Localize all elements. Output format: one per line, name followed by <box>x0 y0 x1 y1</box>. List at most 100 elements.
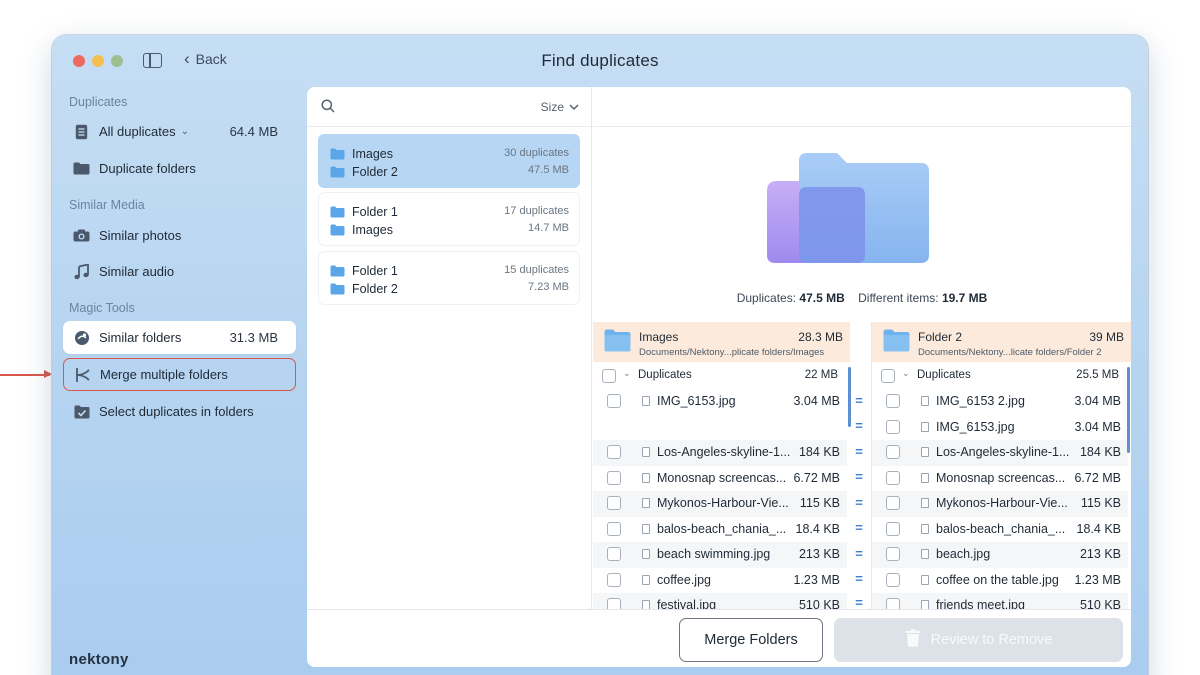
image-file-icon <box>642 447 650 457</box>
pair-size: 7.23 MB <box>528 281 569 293</box>
match-equals-icon: = <box>855 495 863 510</box>
right-file-row[interactable]: IMG_6153.jpg 3.04 MB <box>872 415 1128 441</box>
folder-pair-item[interactable]: Images Folder 2 30 duplicates 47.5 MB <box>318 134 580 188</box>
right-folder-header: Folder 2 Documents/Nektony...licate fold… <box>872 322 1131 362</box>
right-file-row[interactable]: friends meet.jpg 510 KB <box>872 593 1128 609</box>
checkbox[interactable] <box>607 496 621 510</box>
checkbox[interactable] <box>886 572 900 587</box>
folder-pair-item[interactable]: Folder 1 Images 17 duplicates 14.7 MB <box>318 192 580 246</box>
sidebar-item-similar-folders[interactable]: Similar folders 31.3 MB <box>63 321 296 354</box>
right-file-row[interactable]: beach.jpg 213 KB <box>872 542 1128 568</box>
left-scrollbar[interactable] <box>848 367 851 427</box>
chevron-down-icon[interactable]: ⌄ <box>623 368 631 379</box>
right-file-row[interactable]: Los-Angeles-skyline-1... 184 KB <box>872 440 1128 466</box>
detail-toolbar <box>593 87 1131 127</box>
file-name: Monosnap screencas... <box>936 470 1066 485</box>
image-file-icon <box>642 498 650 508</box>
sidebar-item-similar-photos[interactable]: Similar photos <box>63 219 296 252</box>
right-file-row[interactable]: balos-beach_chania_... 18.4 KB <box>872 517 1128 543</box>
sidebar-item-size: 31.3 MB <box>229 330 278 345</box>
file-name: Mykonos-Harbour-Vie... <box>936 496 1068 510</box>
right-scrollbar[interactable] <box>1127 367 1130 453</box>
annotation-arrow-sidebar <box>0 371 52 377</box>
folder-pair-item[interactable]: Folder 1 Folder 2 15 duplicates 7.23 MB <box>318 251 580 305</box>
checkbox[interactable] <box>886 521 900 536</box>
image-file-icon <box>921 498 929 508</box>
chevron-down-icon: ⌄ <box>180 126 189 137</box>
checkbox[interactable] <box>886 445 900 459</box>
pair-size: 14.7 MB <box>528 222 569 234</box>
left-folder-name: Images <box>639 330 679 344</box>
checkbox[interactable] <box>602 369 616 383</box>
group-label: Duplicates <box>917 369 971 381</box>
pair-folder-name: Images <box>352 147 393 161</box>
file-name: balos-beach_chania_... <box>936 521 1066 536</box>
sidebar-section-similar-media: Similar Media <box>69 198 145 212</box>
chevron-down-icon[interactable]: ⌄ <box>902 368 910 379</box>
compare-icon <box>72 328 91 347</box>
merge-folders-button[interactable]: Merge Folders <box>679 618 823 662</box>
pair-folder-b: Folder 2 <box>330 282 398 296</box>
sidebar-item-duplicate-folders[interactable]: Duplicate folders <box>63 152 296 185</box>
match-equals-icon: = <box>855 546 863 561</box>
checkbox[interactable] <box>886 598 900 609</box>
file-name: coffee.jpg <box>657 572 711 587</box>
sidebar-item-label: Select duplicates in folders <box>99 404 254 419</box>
right-file-row[interactable]: IMG_6153 2.jpg 3.04 MB <box>872 389 1128 415</box>
file-size: 1.23 MB <box>1074 572 1121 587</box>
checkbox[interactable] <box>607 598 621 609</box>
folder-icon <box>330 206 345 218</box>
checkbox[interactable] <box>607 445 621 459</box>
left-file-row[interactable]: festival.jpg 510 KB <box>593 593 847 609</box>
checkbox[interactable] <box>607 547 621 561</box>
duplicates-summary: Duplicates: 47.5 MB Different items: 19.… <box>593 291 1131 305</box>
right-file-row[interactable]: Mykonos-Harbour-Vie... 115 KB <box>872 491 1128 517</box>
checkbox[interactable] <box>881 369 895 383</box>
right-group-checkbox[interactable] <box>881 369 895 383</box>
checkbox[interactable] <box>886 547 900 561</box>
sidebar-section-magic-tools: Magic Tools <box>69 301 135 315</box>
left-file-row[interactable]: IMG_6153.jpg 3.04 MB <box>593 389 847 415</box>
sort-dropdown[interactable]: Size <box>541 100 579 114</box>
sidebar-item-all-duplicates[interactable]: All duplicates ⌄ 64.4 MB <box>63 115 296 148</box>
sidebar-item-select-duplicates-in-folders[interactable]: Select duplicates in folders <box>63 395 296 428</box>
right-duplicates-group[interactable]: ⌄ Duplicates 25.5 MB <box>872 364 1131 388</box>
search-icon[interactable] <box>321 99 335 118</box>
sidebar-item-label: Merge multiple folders <box>100 367 228 382</box>
match-equals-icon: = <box>855 571 863 586</box>
folder-icon <box>330 224 345 236</box>
left-file-row[interactable]: Mykonos-Harbour-Vie... 115 KB <box>593 491 847 517</box>
sidebar-item-similar-audio[interactable]: Similar audio <box>63 255 296 288</box>
left-file-row[interactable]: balos-beach_chania_... 18.4 KB <box>593 517 847 543</box>
checkbox[interactable] <box>886 419 900 434</box>
left-file-row[interactable]: coffee.jpg 1.23 MB <box>593 568 847 594</box>
checkbox[interactable] <box>886 470 900 485</box>
sidebar-item-merge-multiple-folders[interactable]: Merge multiple folders <box>63 358 296 391</box>
folder-pairs-list: Size Images Folder 2 30 duplicates 47.5 … <box>307 87 592 609</box>
different-items-label: Different items: <box>858 291 939 305</box>
pair-duplicate-count: 30 duplicates <box>504 147 569 159</box>
right-folder-name: Folder 2 <box>918 330 963 344</box>
left-file-row[interactable]: Los-Angeles-skyline-1... 184 KB <box>593 440 847 466</box>
right-file-row[interactable]: Monosnap screencas... 6.72 MB <box>872 466 1128 492</box>
right-file-row[interactable]: coffee on the table.jpg 1.23 MB <box>872 568 1128 594</box>
chevron-down-icon <box>569 100 579 114</box>
file-size: 115 KB <box>799 496 840 510</box>
image-file-icon <box>642 396 650 406</box>
left-file-row[interactable]: beach swimming.jpg 213 KB <box>593 542 847 568</box>
checkbox[interactable] <box>886 394 900 408</box>
checkbox[interactable] <box>886 496 900 510</box>
checkbox[interactable] <box>607 521 621 536</box>
left-group-checkbox[interactable] <box>602 369 616 383</box>
match-equals-icon: = <box>855 469 863 484</box>
file-name: festival.jpg <box>657 598 717 609</box>
left-duplicates-group[interactable]: ⌄ Duplicates 22 MB <box>593 364 850 388</box>
left-file-row[interactable]: Monosnap screencas... 6.72 MB <box>593 466 847 492</box>
checkbox[interactable] <box>607 470 621 485</box>
pair-folder-a: Folder 1 <box>330 264 398 278</box>
checkbox[interactable] <box>607 394 621 408</box>
file-size: 3.04 MB <box>1074 394 1121 408</box>
group-label: Duplicates <box>638 369 692 381</box>
sidebar-item-label: Duplicate folders <box>99 161 196 176</box>
checkbox[interactable] <box>607 572 621 587</box>
